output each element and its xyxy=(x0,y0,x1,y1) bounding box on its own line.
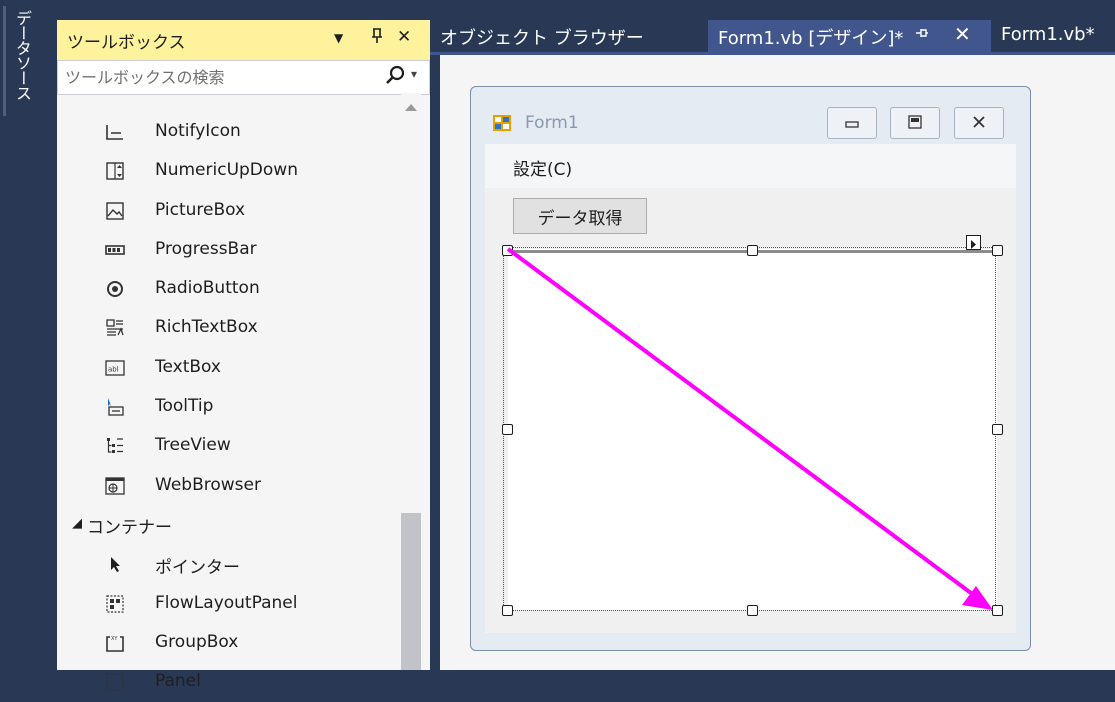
groupbox-icon: XY xyxy=(106,636,124,652)
toolbox-item-groupbox[interactable]: XY GroupBox xyxy=(57,624,397,663)
tooltip-icon xyxy=(108,398,124,416)
toolbox-item-pointer[interactable]: ポインター xyxy=(57,545,397,584)
maximize-icon xyxy=(908,115,922,129)
toolbox-search-box: ▾ xyxy=(57,60,430,95)
pointer-icon xyxy=(111,557,120,573)
toolbox-item-label: GroupBox xyxy=(155,631,239,652)
toolbox-item-radiobutton[interactable]: RadioButton xyxy=(57,270,397,309)
selection-border xyxy=(503,247,996,611)
close-icon[interactable]: ✕ xyxy=(397,27,411,47)
flowlayoutpanel-icon xyxy=(106,594,124,613)
tab-pin-icon[interactable] xyxy=(915,25,929,44)
resize-handle-top-right[interactable] xyxy=(992,245,1003,256)
toolbox-section-containers[interactable]: ◢ コンテナー xyxy=(57,506,397,545)
menu-item-settings[interactable]: 設定(C) xyxy=(513,155,572,180)
scroll-up-arrow-icon[interactable] xyxy=(405,104,417,111)
search-options-chevron-icon[interactable]: ▾ xyxy=(411,67,417,81)
toolbox-item-label: NotifyIcon xyxy=(155,121,241,141)
toolbox-item-list: NotifyIcon NumericUpDown PictureBox Prog… xyxy=(57,113,397,702)
fetch-data-button[interactable]: データ取得 xyxy=(513,198,647,234)
close-button[interactable] xyxy=(954,107,1004,139)
textbox-icon: abl xyxy=(105,360,125,376)
toolbox-item-label: ToolTip xyxy=(155,396,214,417)
maximize-button[interactable] xyxy=(890,107,940,139)
search-icon[interactable] xyxy=(383,64,407,88)
toolbox-item-picturebox[interactable]: PictureBox xyxy=(57,192,397,231)
menu-strip[interactable]: 設定(C) xyxy=(485,144,1016,188)
progressbar-icon xyxy=(105,245,125,255)
toolbox-panel: ツールボックス ▼ ✕ ▾ NotifyIcon NumericUpDown P… xyxy=(57,20,430,691)
pin-icon[interactable] xyxy=(370,27,384,50)
toolbox-scrollbar[interactable] xyxy=(401,93,421,670)
toolbox-item-label: TextBox xyxy=(155,356,221,377)
toolbox-item-webbrowser[interactable]: WebBrowser xyxy=(57,467,397,506)
numericupdown-icon xyxy=(106,162,124,180)
toolbox-item-textbox[interactable]: abl TextBox xyxy=(57,349,397,388)
resize-handle-bottom-left[interactable] xyxy=(502,605,513,616)
toolbox-item-numericupdown[interactable]: NumericUpDown xyxy=(57,152,397,191)
treeview-icon xyxy=(107,438,123,454)
toolbox-item-flowlayoutpanel[interactable]: FlowLayoutPanel xyxy=(57,585,397,624)
form-title: Form1 xyxy=(525,113,579,133)
tab-form1-design-label: Form1.vb [デザイン]* xyxy=(718,28,904,49)
data-source-tab[interactable]: データソース xyxy=(3,6,32,116)
resize-handle-bottom[interactable] xyxy=(747,605,758,616)
toolbox-item-label: WebBrowser xyxy=(155,474,261,495)
minimize-icon xyxy=(845,121,859,128)
toolbox-title-bar: ツールボックス ▼ ✕ xyxy=(57,20,430,60)
data-source-tab-label: データソース xyxy=(13,10,32,100)
tab-object-browser[interactable]: オブジェクト ブラウザー xyxy=(430,20,695,54)
richtextbox-icon xyxy=(106,319,124,337)
resize-handle-left[interactable] xyxy=(502,424,513,435)
side-strip: データソース xyxy=(0,0,57,670)
toolbox-search-input[interactable] xyxy=(63,65,367,89)
tab-form1-design[interactable]: Form1.vb [デザイン]* ✕ xyxy=(708,20,991,54)
notifyicon-icon xyxy=(106,125,123,140)
toolbox-item-tooltip[interactable]: ToolTip xyxy=(57,388,397,427)
svg-text:abl: abl xyxy=(108,365,119,373)
webbrowser-icon xyxy=(105,477,125,495)
toolbox-item-panel[interactable]: Panel xyxy=(57,663,397,702)
toolbox-item-richtextbox[interactable]: RichTextBox xyxy=(57,309,397,348)
svg-text:XY: XY xyxy=(111,636,118,642)
dropdown-icon[interactable]: ▼ xyxy=(334,31,343,45)
resize-handle-top[interactable] xyxy=(747,245,758,256)
radiobutton-icon xyxy=(107,281,123,298)
toolbox-item-label: NumericUpDown xyxy=(155,160,298,181)
scrollbar-thumb[interactable] xyxy=(401,513,421,670)
resize-handle-right[interactable] xyxy=(992,424,1003,435)
tab-form1-code-label: Form1.vb* xyxy=(1001,24,1095,45)
close-x-icon xyxy=(973,116,985,128)
toolbox-section-label: コンテナー xyxy=(87,517,172,538)
toolbox-item-label: RadioButton xyxy=(155,278,260,299)
collapse-triangle-icon[interactable]: ◢ xyxy=(72,516,82,531)
toolbox-item-label: PictureBox xyxy=(155,199,246,220)
toolbox-item-label: FlowLayoutPanel xyxy=(155,592,298,613)
tab-close-icon[interactable]: ✕ xyxy=(954,22,971,46)
resize-handle-bottom-right[interactable] xyxy=(992,605,1003,616)
toolbox-item-progressbar[interactable]: ProgressBar xyxy=(57,231,397,270)
resize-handle-top-left[interactable] xyxy=(502,245,513,256)
toolbox-item-label: Panel xyxy=(155,671,201,692)
tab-object-browser-label: オブジェクト ブラウザー xyxy=(440,28,644,49)
toolbox-item-label: ProgressBar xyxy=(155,238,257,259)
smart-tag-icon[interactable] xyxy=(966,235,981,250)
tab-form1-code[interactable]: Form1.vb* xyxy=(991,20,1115,54)
toolbox-item-label: ポインター xyxy=(155,558,240,579)
toolbox-item-label: RichTextBox xyxy=(155,317,258,338)
toolbox-item-treeview[interactable]: TreeView xyxy=(57,427,397,466)
toolbox-title: ツールボックス xyxy=(67,33,186,53)
minimize-button[interactable] xyxy=(827,107,877,139)
panel-icon xyxy=(106,673,124,691)
picturebox-icon xyxy=(106,201,124,220)
form-app-icon xyxy=(493,115,511,131)
toolbox-item-label: TreeView xyxy=(155,435,231,456)
document-tab-bar: オブジェクト ブラウザー Form1.vb [デザイン]* ✕ Form1.vb… xyxy=(430,0,1115,54)
toolbox-item-notifyicon[interactable]: NotifyIcon xyxy=(57,113,397,152)
